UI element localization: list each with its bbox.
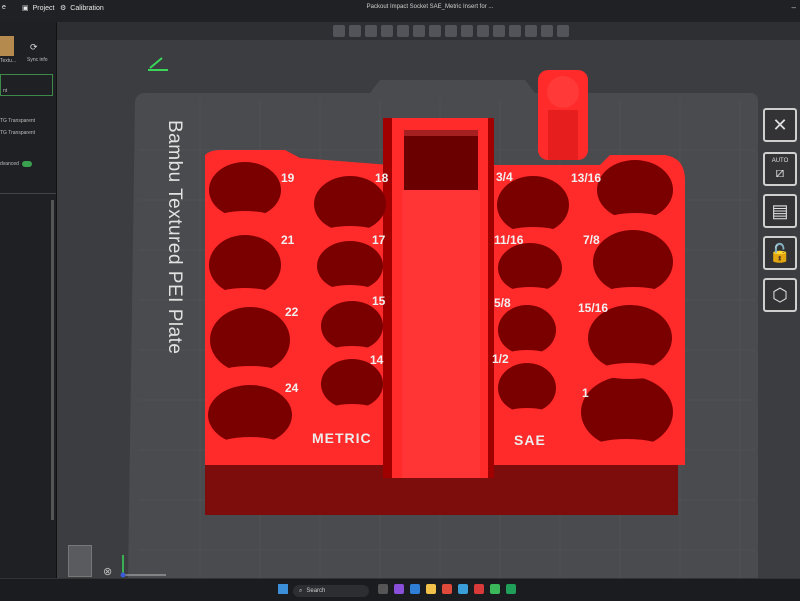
taskbar: ⌕ Search [0,578,800,601]
search-icon: ⌕ [299,587,303,594]
socket-hole-21 [209,235,281,295]
lock-icon[interactable]: 🔓 [763,236,797,270]
socket-hole-22 [210,307,290,373]
size-label: 14 [370,353,384,367]
size-label: 1 [582,386,589,400]
task-view-icon[interactable] [378,584,388,594]
size-label: 15 [372,294,386,308]
socket-hole-5-8 [498,305,556,355]
size-label: 19 [281,171,295,185]
socket-hole-3-4 [497,176,569,234]
app-icon[interactable] [474,584,484,594]
chrome-icon[interactable] [442,584,452,594]
size-label: 5/8 [494,296,511,310]
socket-hole-1 [581,376,673,448]
socket-hole-15 [321,301,383,351]
size-label: 15/16 [578,301,609,315]
right-toolbar: ✕ AUTO ⧄ ▤ 🔓 ⬡ [763,108,799,312]
auto-orient-button[interactable]: AUTO ⧄ [763,152,797,186]
file-explorer-icon[interactable] [426,584,436,594]
orient-icon: ⧄ [775,163,785,180]
socket-hole-13-16 [597,160,673,220]
taskbar-search[interactable]: ⌕ Search [293,585,369,597]
socket-hole-17 [317,241,383,291]
socket-hole-11-16 [498,243,562,293]
metric-title: METRIC [312,430,372,446]
size-label: 21 [281,233,295,247]
bambu-studio-icon[interactable] [490,584,500,594]
socket-hole-1-2 [498,363,556,413]
edge-icon[interactable] [410,584,420,594]
edit-icon [148,57,168,71]
size-label: 11/16 [494,233,524,247]
axes-gizmo [120,555,166,578]
socket-hole-19 [209,162,281,218]
center-slot [404,130,478,190]
view-reset-icon[interactable]: ⊗ [103,565,112,578]
socket-hole-7-8 [593,230,673,294]
layout-icon[interactable]: ▤ [763,194,797,228]
size-label: 1/2 [492,352,509,366]
store-icon[interactable] [458,584,468,594]
view-cube[interactable] [68,545,92,577]
size-label: 3/4 [496,170,513,184]
taskbar-apps [378,584,516,594]
windows-icon[interactable] [278,584,288,594]
size-label: 17 [372,233,386,247]
socket-hole-24 [208,385,292,445]
copilot-icon[interactable] [394,584,404,594]
app-icon[interactable] [506,584,516,594]
size-label: 24 [285,381,299,395]
size-label: 22 [285,305,299,319]
settings-hex-icon[interactable]: ⬡ [763,278,797,312]
size-label: 18 [375,171,389,185]
size-label: 13/16 [571,171,602,185]
size-label: 7/8 [583,233,600,247]
sae-title: SAE [514,432,546,448]
build-plate-scene[interactable] [0,0,800,600]
close-icon[interactable]: ✕ [763,108,797,142]
plate-type-title: Bambu Textured PEI Plate [164,120,185,355]
